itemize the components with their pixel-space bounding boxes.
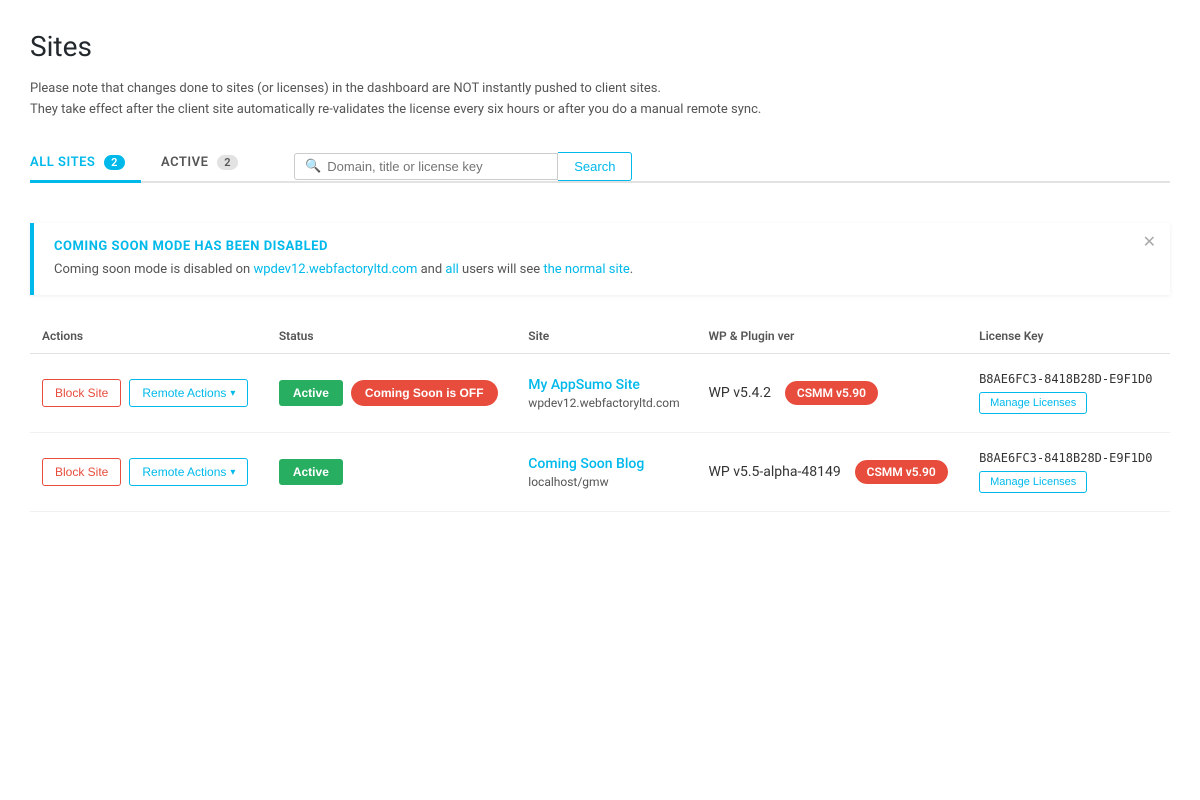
row1-site-cell: My AppSumo Site wpdev12.webfactoryltd.co…	[516, 354, 696, 433]
wp-version-row2: WP v5.5-alpha-48149	[708, 464, 840, 480]
tab-active[interactable]: ACTIVE 2	[161, 145, 254, 183]
row2-site-cell: Coming Soon Blog localhost/gmw	[516, 433, 696, 512]
row2-status-cell: Active	[267, 433, 516, 512]
row1-status-cell: Active Coming Soon is OFF	[267, 354, 516, 433]
remote-actions-button-row2[interactable]: Remote Actions	[129, 458, 248, 486]
alert-body: Coming soon mode is disabled on wpdev12.…	[54, 260, 1150, 280]
row1-wp-plugin-cell: WP v5.4.2 CSMM v5.90	[696, 354, 967, 433]
row2-wp-plugin-cell: WP v5.5-alpha-48149 CSMM v5.90	[696, 433, 967, 512]
row2-license-cell: B8AE6FC3-8418B28D-E9F1D0 Manage Licenses	[967, 433, 1170, 512]
table-row: Block Site Remote Actions Active Coming …	[30, 354, 1170, 433]
row1-actions-cell: Block Site Remote Actions	[30, 354, 267, 433]
alert-all: all	[445, 262, 458, 277]
alert-domain: wpdev12.webfactoryltd.com	[253, 262, 417, 277]
page-title: Sites	[30, 30, 1170, 63]
manage-licenses-button-row2[interactable]: Manage Licenses	[979, 471, 1087, 493]
search-area: 🔍 Search	[294, 152, 632, 181]
search-input[interactable]	[327, 159, 547, 174]
search-button[interactable]: Search	[558, 152, 632, 181]
coming-soon-off-badge-row1[interactable]: Coming Soon is OFF	[351, 380, 498, 406]
search-icon: 🔍	[305, 159, 321, 174]
site-url-row2: localhost/gmw	[528, 475, 684, 489]
col-wp-plugin: WP & Plugin ver	[696, 319, 967, 354]
col-actions: Actions	[30, 319, 267, 354]
status-active-badge-row2: Active	[279, 459, 343, 485]
tab-all-sites[interactable]: ALL SITES 2	[30, 145, 141, 183]
table-header-row: Actions Status Site WP & Plugin ver Lice…	[30, 319, 1170, 354]
license-key-row2: B8AE6FC3-8418B28D-E9F1D0	[979, 451, 1158, 465]
col-status: Status	[267, 319, 516, 354]
alert-title: COMING SOON MODE HAS BEEN DISABLED	[54, 239, 1150, 254]
license-key-row1: B8AE6FC3-8418B28D-E9F1D0	[979, 372, 1158, 386]
alert-banner: COMING SOON MODE HAS BEEN DISABLED Comin…	[30, 223, 1170, 296]
col-site: Site	[516, 319, 696, 354]
site-name-link-row2[interactable]: Coming Soon Blog	[528, 456, 684, 472]
block-site-button-row2[interactable]: Block Site	[42, 458, 121, 486]
block-site-button-row1[interactable]: Block Site	[42, 379, 121, 407]
row2-actions-cell: Block Site Remote Actions	[30, 433, 267, 512]
manage-licenses-button-row1[interactable]: Manage Licenses	[979, 392, 1087, 414]
csmm-badge-row1: CSMM v5.90	[785, 381, 878, 405]
wp-version-row1: WP v5.4.2	[708, 385, 771, 401]
row1-license-cell: B8AE6FC3-8418B28D-E9F1D0 Manage Licenses	[967, 354, 1170, 433]
alert-normal-site: the normal site	[543, 262, 629, 277]
alert-close-button[interactable]: ✕	[1143, 235, 1156, 251]
search-input-wrap: 🔍	[294, 153, 558, 180]
page-description: Please note that changes done to sites (…	[30, 79, 1170, 121]
remote-actions-button-row1[interactable]: Remote Actions	[129, 379, 248, 407]
site-name-link-row1[interactable]: My AppSumo Site	[528, 377, 684, 393]
col-license-key: License Key	[967, 319, 1170, 354]
csmm-badge-row2: CSMM v5.90	[855, 460, 948, 484]
status-active-badge-row1: Active	[279, 380, 343, 406]
tabs-bar: ALL SITES 2 ACTIVE 2 🔍 Search	[30, 145, 1170, 203]
sites-table: Actions Status Site WP & Plugin ver Lice…	[30, 319, 1170, 512]
site-url-row1: wpdev12.webfactoryltd.com	[528, 396, 684, 410]
table-row: Block Site Remote Actions Active Coming …	[30, 433, 1170, 512]
